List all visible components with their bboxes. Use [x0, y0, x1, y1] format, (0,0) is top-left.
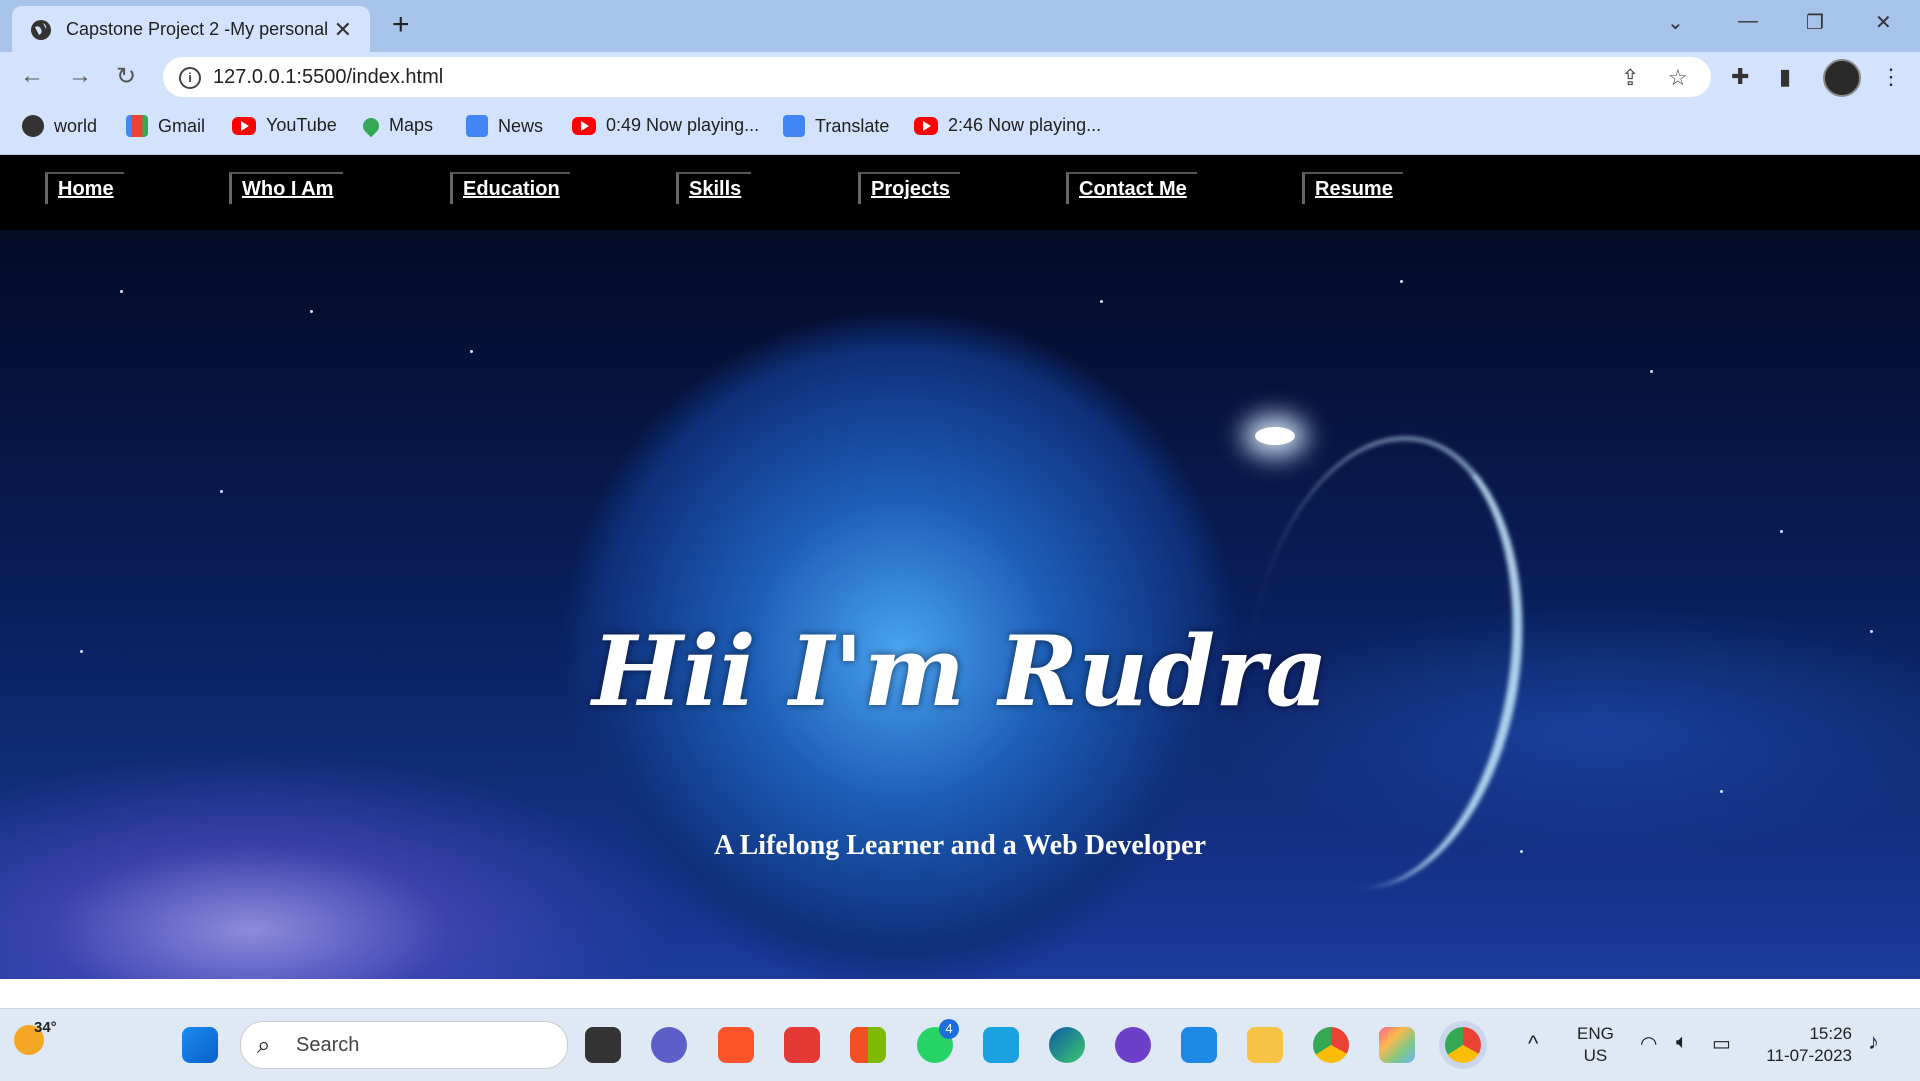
youtube-icon [232, 116, 256, 135]
bookmark-now-playing-1[interactable]: 0:49 Now playing... [572, 115, 759, 136]
news-icon [466, 115, 488, 137]
new-tab-icon[interactable]: + [392, 8, 410, 42]
l-app-icon[interactable] [983, 1027, 1019, 1063]
whatsapp-icon[interactable]: 4 [917, 1019, 959, 1063]
url-text[interactable]: 127.0.0.1:5500/index.html [213, 66, 443, 89]
youtube-icon [572, 116, 596, 135]
bookmark-star-icon[interactable]: ☆ [1668, 65, 1688, 91]
notification-bell-icon[interactable]: ♪ [1868, 1029, 1879, 1055]
photos-icon[interactable] [1379, 1027, 1415, 1063]
nav-projects[interactable]: Projects [858, 172, 960, 204]
vscode-icon[interactable] [1181, 1027, 1217, 1063]
hero-title: Hii I'm Rudra [592, 615, 1328, 728]
bookmark-maps[interactable]: Maps [359, 114, 433, 137]
github-desktop-icon[interactable] [1115, 1027, 1151, 1063]
back-icon[interactable]: ← [20, 62, 44, 90]
tab-title: Capstone Project 2 -My personal [66, 19, 329, 39]
chrome-icon[interactable] [1313, 1027, 1349, 1063]
extensions-icon[interactable]: ✚ [1731, 64, 1749, 90]
nav-skills[interactable]: Skills [676, 172, 752, 204]
web-page: Home Who I Am Education Skills Projects … [0, 155, 1920, 979]
bookmark-gmail[interactable]: Gmail [126, 115, 205, 137]
bookmark-translate[interactable]: Translate [783, 115, 889, 137]
bookmark-world[interactable]: world [22, 115, 97, 137]
browser-titlebar: Capstone Project 2 -My personal ✕ + ⌄ — … [0, 0, 1920, 52]
task-view-icon[interactable] [585, 1027, 621, 1063]
address-bar[interactable]: i 127.0.0.1:5500/index.html ⇪ ☆ [163, 57, 1711, 97]
clock-time: 15:26 [1809, 1024, 1852, 1043]
weather-temp: 34° [34, 1019, 57, 1036]
search-placeholder: Search [296, 1034, 360, 1056]
wps-office-icon[interactable] [784, 1027, 820, 1063]
restore-icon[interactable]: ❐ [1806, 10, 1824, 35]
site-navbar: Home Who I Am Education Skills Projects … [0, 155, 1920, 230]
lang-code: ENG [1577, 1024, 1614, 1043]
side-panel-icon[interactable]: ▮ [1779, 64, 1791, 90]
browser-tab[interactable]: Capstone Project 2 -My personal ✕ [12, 6, 370, 52]
nav-who-i-am[interactable]: Who I Am [229, 172, 344, 204]
close-window-icon[interactable]: ✕ [1875, 10, 1892, 35]
globe-icon [22, 115, 44, 137]
comet-head [1255, 427, 1295, 445]
browser-toolbar: ← → ↻ i 127.0.0.1:5500/index.html ⇪ ☆ ✚ … [0, 52, 1920, 102]
clock[interactable]: 15:26 11-07-2023 [1760, 1023, 1852, 1067]
clock-date: 11-07-2023 [1766, 1046, 1852, 1065]
hero-subtitle: A Lifelong Learner and a Web Developer [713, 830, 1207, 861]
bookmark-news[interactable]: News [466, 115, 543, 137]
tab-search-icon[interactable]: ⌄ [1667, 10, 1684, 35]
nav-education[interactable]: Education [450, 172, 570, 204]
wifi-icon[interactable]: ◠ [1640, 1031, 1657, 1056]
weather-widget[interactable]: 34° [14, 1019, 57, 1055]
edge-icon[interactable] [1049, 1027, 1085, 1063]
bookmark-youtube[interactable]: YouTube [232, 115, 337, 136]
site-info-icon[interactable]: i [179, 67, 201, 89]
taskbar-search[interactable]: ⌕ Search [240, 1021, 568, 1069]
nav-home[interactable]: Home [45, 172, 124, 204]
youtube-icon [914, 116, 938, 135]
start-windows-icon[interactable] [182, 1027, 218, 1063]
language-indicator[interactable]: ENG US [1577, 1023, 1614, 1067]
maps-pin-icon [359, 114, 383, 137]
gmail-icon [126, 115, 148, 137]
microsoft-store-icon[interactable] [850, 1027, 886, 1063]
chrome-active-icon[interactable] [1445, 1027, 1481, 1063]
menu-icon[interactable]: ⋮ [1880, 64, 1902, 90]
bookmark-now-playing-2[interactable]: 2:46 Now playing... [914, 115, 1101, 136]
nav-contact-me[interactable]: Contact Me [1066, 172, 1197, 204]
search-icon: ⌕ [257, 1032, 271, 1059]
hero-section: Hii I'm Rudra A Lifelong Learner and a W… [0, 230, 1920, 979]
profile-avatar[interactable] [1823, 59, 1861, 97]
minimize-icon[interactable]: — [1738, 10, 1758, 33]
file-explorer-icon[interactable] [1247, 1027, 1283, 1063]
forward-icon[interactable]: → [68, 62, 92, 90]
share-icon[interactable]: ⇪ [1621, 65, 1639, 91]
lang-region: US [1583, 1046, 1608, 1065]
reload-icon[interactable]: ↻ [116, 62, 136, 91]
chevron-up-icon[interactable]: ^ [1528, 1031, 1538, 1057]
nav-resume[interactable]: Resume [1302, 172, 1403, 204]
teams-chat-icon[interactable] [651, 1027, 687, 1063]
taskbar: 34° ⌕ Search 4 ^ ENG US ◠ 🔈︎ ▭ 15:26 11-… [0, 1008, 1920, 1081]
battery-icon[interactable]: ▭ [1712, 1031, 1731, 1056]
translate-icon [783, 115, 805, 137]
volume-icon[interactable]: 🔈︎ [1676, 1031, 1688, 1054]
whatsapp-badge: 4 [939, 1019, 959, 1039]
globe-icon [31, 20, 51, 40]
tab-close-icon[interactable]: ✕ [334, 17, 352, 43]
brave-icon[interactable] [718, 1027, 754, 1063]
bookmarks-bar: world Gmail YouTube Maps News 0:49 Now p… [0, 102, 1920, 155]
